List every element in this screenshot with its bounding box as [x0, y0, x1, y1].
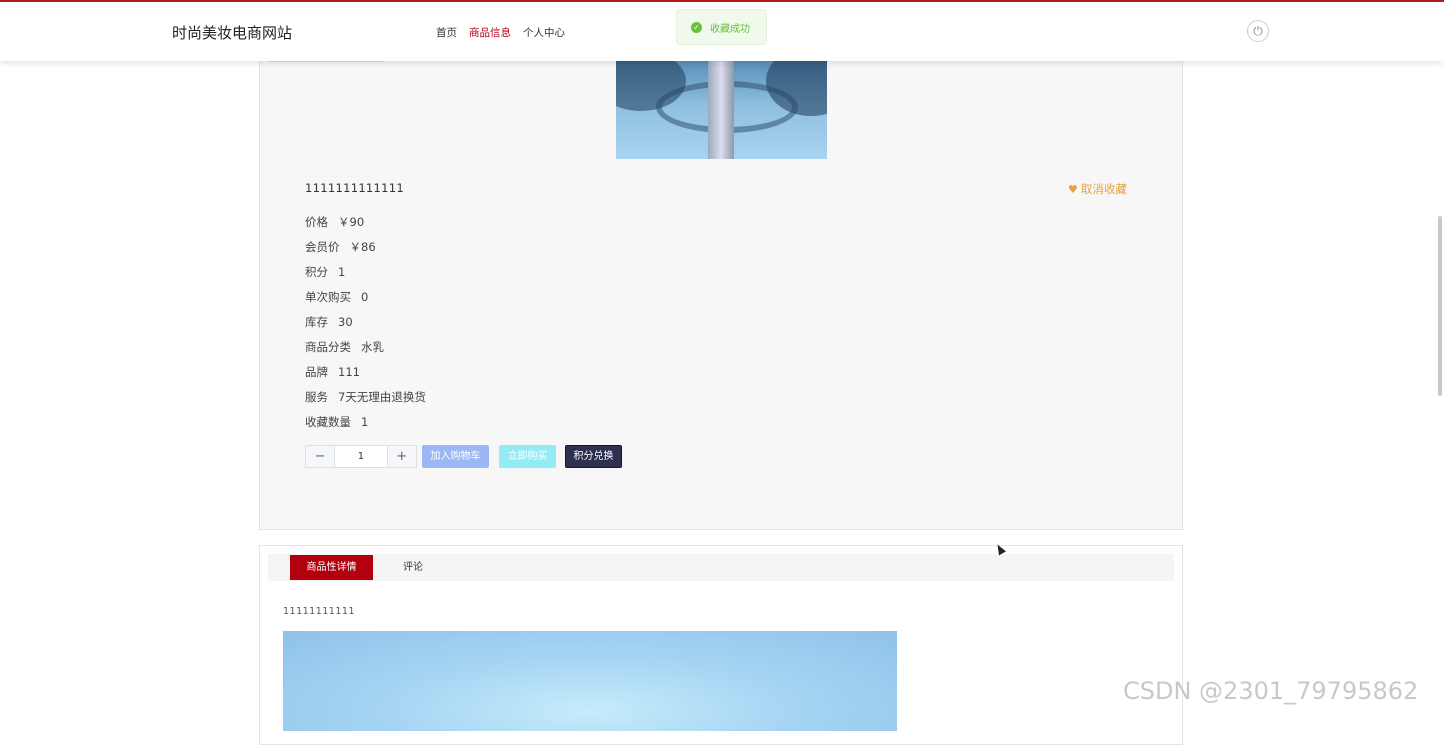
- success-toast: ✓ 收藏成功: [676, 9, 767, 45]
- site-brand[interactable]: 时尚美妆电商网站: [172, 22, 292, 43]
- points-exchange-button[interactable]: 积分兑换: [565, 445, 622, 468]
- attr-member-price: 会员价 ￥86: [305, 240, 376, 254]
- detail-description: 11111111111: [283, 606, 355, 617]
- detail-image: [283, 631, 897, 731]
- check-circle-icon: ✓: [691, 21, 702, 33]
- power-icon[interactable]: ⏻: [1247, 20, 1269, 42]
- attr-favorite-count: 收藏数量 1: [305, 415, 369, 429]
- attr-single-purchase: 单次购买 0: [305, 290, 369, 304]
- watermark: CSDN @2301_79795862: [1123, 677, 1419, 705]
- add-to-cart-button[interactable]: 加入购物车: [422, 445, 489, 468]
- product-name: 1111111111111: [305, 181, 405, 195]
- tab-comments[interactable]: 评论: [403, 555, 423, 580]
- buy-now-button[interactable]: 立即购买: [499, 445, 556, 468]
- nav-item-products[interactable]: 商品信息: [469, 25, 511, 40]
- page-scrollbar[interactable]: [1438, 216, 1442, 396]
- main-nav: 首页 商品信息 个人中心: [436, 25, 565, 40]
- attr-brand: 品牌 111: [305, 365, 360, 379]
- toast-message: 收藏成功: [710, 23, 750, 35]
- attr-points: 积分 1: [305, 265, 346, 279]
- product-image: [616, 61, 827, 159]
- tab-product-detail[interactable]: 商品性详情: [290, 555, 373, 580]
- nav-item-home[interactable]: 首页: [436, 25, 457, 40]
- quantity-input[interactable]: 1: [334, 446, 388, 467]
- heart-icon: ♥: [1068, 183, 1078, 196]
- attr-price: 价格 ￥90: [305, 215, 365, 229]
- nav-item-profile[interactable]: 个人中心: [523, 25, 565, 40]
- unfavorite-label: 取消收藏: [1080, 182, 1127, 196]
- attr-category: 商品分类 水乳: [305, 340, 384, 354]
- attr-service: 服务 7天无理由退换货: [305, 390, 426, 404]
- decrement-button[interactable]: −: [306, 446, 334, 467]
- quantity-stepper: − 1 +: [305, 445, 417, 468]
- unfavorite-button[interactable]: ♥ 取消收藏: [1068, 181, 1127, 197]
- attr-stock: 库存 30: [305, 315, 353, 329]
- increment-button[interactable]: +: [388, 446, 416, 467]
